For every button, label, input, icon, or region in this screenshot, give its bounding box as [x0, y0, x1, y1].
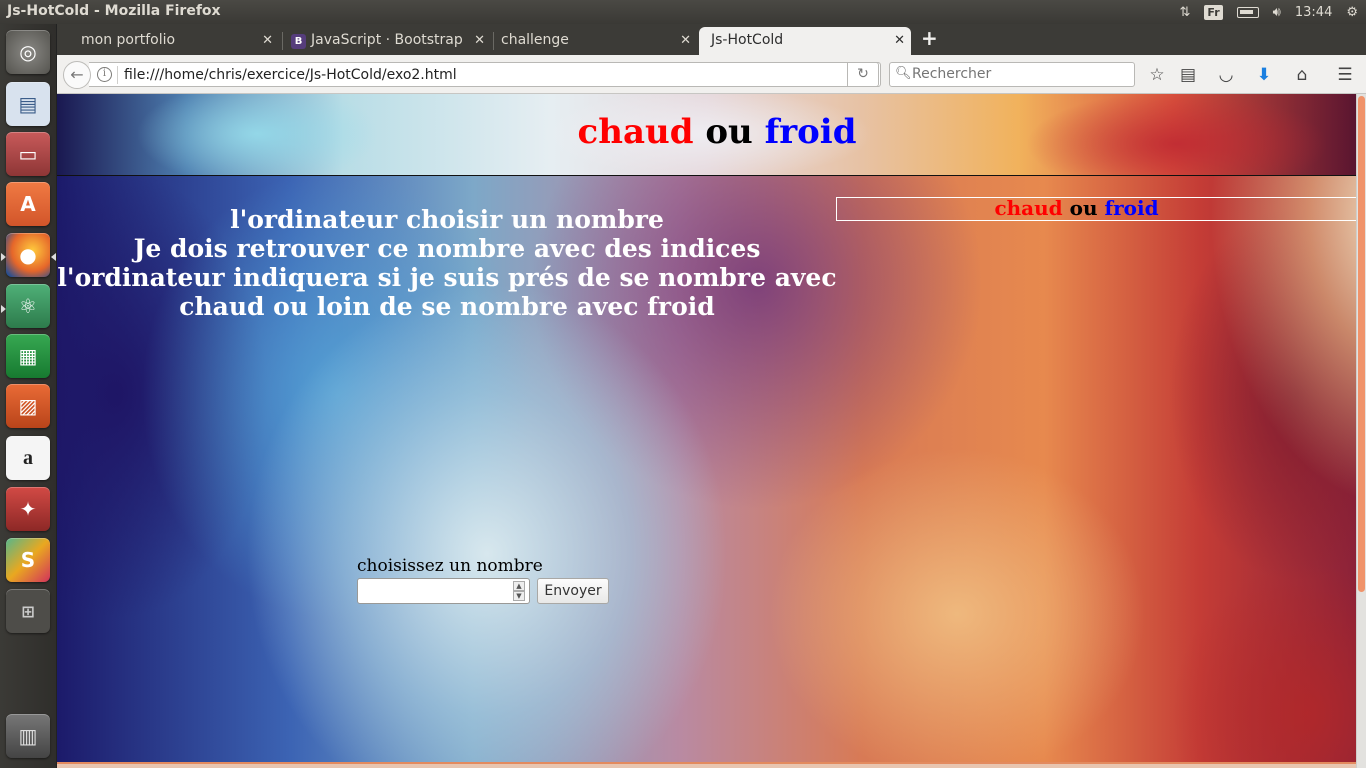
window-title: Js-HotCold - Mozilla Firefox	[7, 3, 221, 19]
hot-cold-indicator-box: chaud ou froid	[836, 197, 1356, 221]
volume-icon[interactable]: 🔊︎	[1273, 5, 1281, 20]
number-input[interactable]: ▲ ▼	[357, 578, 530, 604]
spin-down-icon[interactable]: ▼	[513, 591, 525, 601]
title-hot: chaud	[577, 112, 694, 152]
game-rules: l'ordinateur choisir un nombre Je dois r…	[57, 205, 837, 321]
launcher-dash-home-icon[interactable]: ◎	[6, 30, 50, 74]
bootstrap-favicon-icon: B	[291, 34, 306, 49]
close-tab-icon[interactable]: ✕	[680, 33, 691, 48]
indicator-cold: froid	[1104, 196, 1159, 220]
launcher-amazon-icon[interactable]: a	[6, 436, 50, 480]
launcher-atom-icon[interactable]: ⚛	[6, 284, 50, 328]
indicator-or: ou	[1069, 196, 1098, 220]
unity-launcher: ◎ ▤ ▭ A ● ⚛ ▦ ▨ a ✦ S ⊞ ▥	[0, 24, 57, 768]
menu-hamburger-icon[interactable]: ☰	[1334, 64, 1356, 86]
launcher-focus-indicator	[51, 253, 56, 261]
number-spinner[interactable]: ▲ ▼	[513, 581, 525, 601]
tab-challenge[interactable]: challenge ✕	[477, 27, 697, 55]
page-viewport: chaud ou froid l'ordinateur choisir un n…	[57, 94, 1356, 768]
url-bar[interactable]: i file:///home/chris/exercice/Js-HotCold…	[89, 62, 881, 87]
downloads-icon[interactable]: ⬇	[1253, 64, 1275, 86]
page-bottom-border	[57, 762, 1356, 768]
tab-label: challenge	[501, 32, 569, 48]
title-or: ou	[705, 112, 753, 152]
pocket-icon[interactable]: ◡	[1215, 64, 1237, 86]
launcher-software-center-icon[interactable]: A	[6, 182, 50, 226]
search-box[interactable]: 🔍︎	[889, 62, 1135, 87]
launcher-system-settings-icon[interactable]: ✦	[6, 487, 50, 531]
reading-list-icon[interactable]: ▤	[1177, 64, 1199, 86]
browser-toolbar: i file:///home/chris/exercice/Js-HotCold…	[57, 55, 1366, 94]
bookmark-star-icon[interactable]: ☆	[1146, 64, 1168, 86]
tab-javascript-bootstrap[interactable]: B JavaScript · Bootstrap ✕	[287, 27, 491, 55]
battery-icon[interactable]	[1236, 6, 1259, 18]
page-scrollbar[interactable]	[1356, 94, 1366, 768]
system-top-panel: Js-HotCold - Mozilla Firefox ⇅ Fr 🔊︎ 13:…	[0, 0, 1366, 24]
home-icon[interactable]: ⌂	[1291, 64, 1313, 86]
session-gear-icon[interactable]: ⚙	[1346, 5, 1358, 20]
network-icon[interactable]: ⇅	[1180, 5, 1191, 20]
launcher-calc-icon[interactable]: ▦	[6, 334, 50, 378]
indicator-hot: chaud	[994, 196, 1063, 220]
tab-label: JavaScript · Bootstrap	[311, 32, 463, 48]
launcher-impress-icon[interactable]: ▨	[6, 384, 50, 428]
rule-line: Je dois retrouver ce nombre avec des ind…	[133, 234, 761, 263]
page-title: chaud ou froid	[57, 112, 1356, 152]
browser-tab-strip: mon portfolio ✕ B JavaScript · Bootstrap…	[57, 24, 1366, 55]
search-icon: 🔍︎	[895, 66, 912, 81]
url-text[interactable]: file:///home/chris/exercice/Js-HotCold/e…	[124, 67, 457, 83]
spin-up-icon[interactable]: ▲	[513, 581, 525, 591]
tab-label: Js-HotCold	[711, 32, 784, 48]
rule-line: l'ordinateur indiquera si je suis prés d…	[57, 263, 837, 321]
url-divider	[117, 66, 118, 84]
launcher-workspace-switcher-icon[interactable]: ⊞	[6, 589, 50, 633]
new-tab-icon[interactable]: +	[921, 26, 938, 50]
tab-js-hotcold[interactable]: Js-HotCold ✕	[699, 27, 911, 55]
site-info-icon[interactable]: i	[97, 67, 112, 82]
scrollbar-thumb[interactable]	[1358, 96, 1365, 592]
clock[interactable]: 13:44	[1295, 5, 1332, 20]
tab-label: mon portfolio	[81, 32, 176, 48]
tab-mon-portfolio[interactable]: mon portfolio ✕	[57, 27, 279, 55]
search-input[interactable]	[912, 66, 1127, 82]
tab-separator	[282, 32, 283, 50]
title-cold: froid	[764, 112, 857, 152]
launcher-slack-icon[interactable]: S	[6, 538, 50, 582]
launcher-text-editor-icon[interactable]: ▤	[6, 82, 50, 126]
launcher-firefox-icon[interactable]: ●	[6, 233, 50, 277]
launcher-trash-icon[interactable]: ▥	[6, 714, 50, 758]
rule-line: l'ordinateur choisir un nombre	[230, 205, 664, 234]
reload-icon[interactable]: ↻	[847, 62, 879, 87]
submit-button[interactable]: Envoyer	[537, 578, 609, 604]
launcher-file-manager-icon[interactable]: ▭	[6, 132, 50, 176]
page-header: chaud ou froid	[57, 94, 1356, 176]
system-tray: ⇅ Fr 🔊︎ 13:44 ⚙	[1180, 0, 1366, 24]
number-input-label: choisissez un nombre	[357, 556, 543, 576]
close-tab-icon[interactable]: ✕	[262, 33, 273, 48]
keyboard-layout-indicator[interactable]: Fr	[1204, 4, 1223, 20]
back-arrow-icon[interactable]: ←	[63, 61, 91, 89]
close-tab-icon[interactable]: ✕	[894, 33, 905, 48]
